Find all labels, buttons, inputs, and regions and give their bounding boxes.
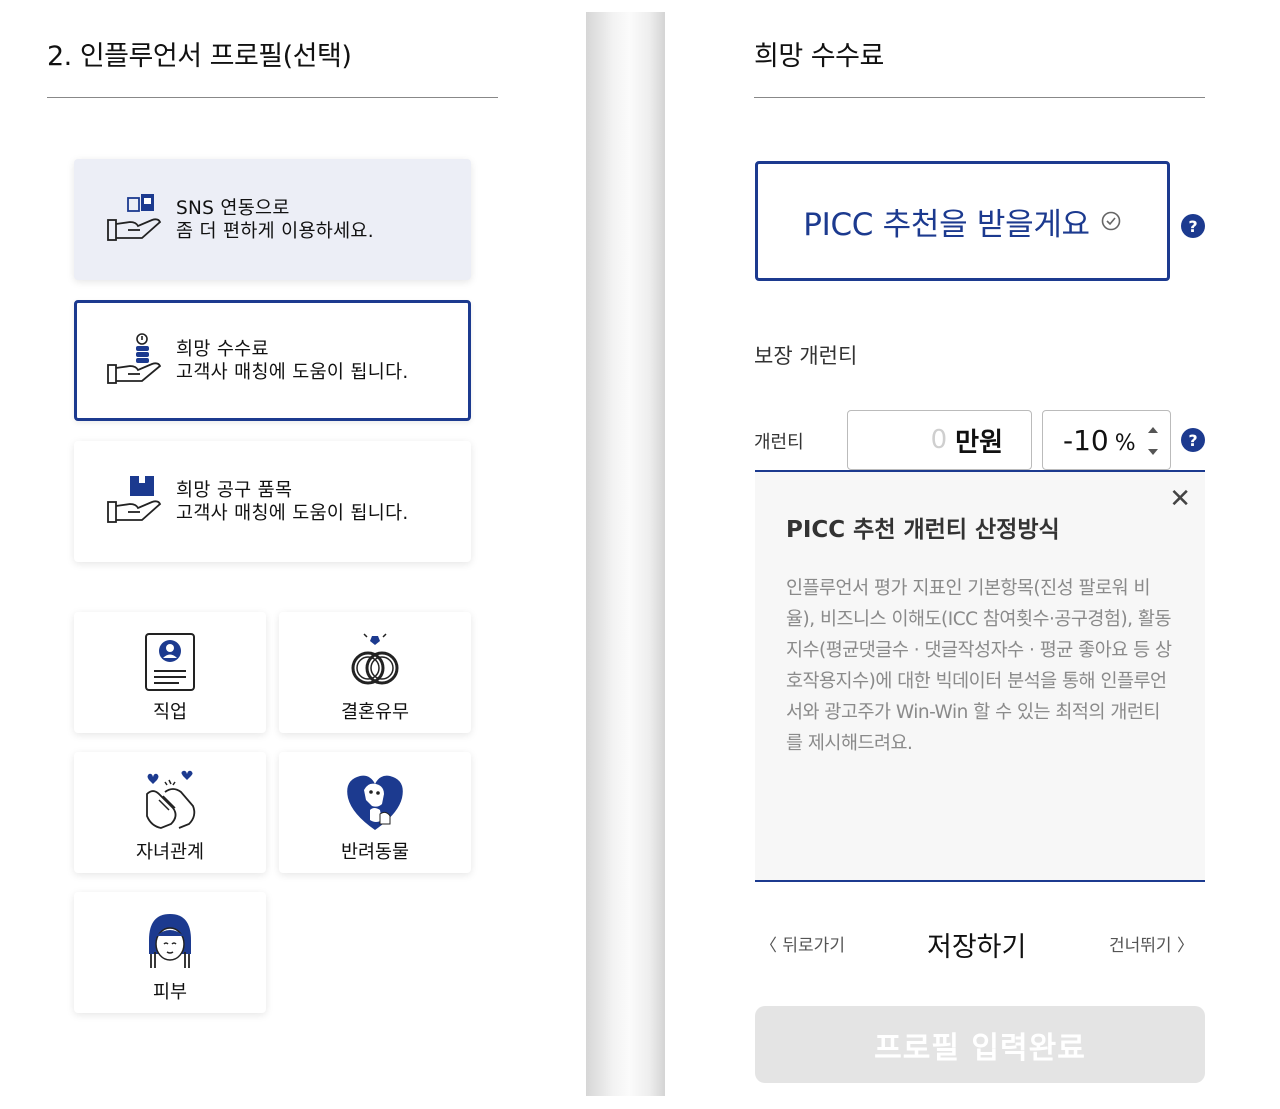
check-circle-icon: [1101, 211, 1121, 231]
amount-value: 0: [930, 425, 948, 455]
info-title: PICC 추천 개런티 산정방식: [786, 517, 1060, 543]
tile-skin[interactable]: 피부: [74, 892, 266, 1013]
save-button[interactable]: 저장하기: [927, 925, 1026, 964]
guarantee-info-panel: ✕ PICC 추천 개런티 산정방식 인플루언서 평가 지표인 기본항목(진성 …: [755, 470, 1205, 882]
card-subtitle: 고객사 매칭에 도움이 됩니다.: [176, 361, 409, 383]
percent-unit: %: [1114, 430, 1136, 456]
face-skin-icon: [149, 914, 191, 968]
tile-job[interactable]: 직업: [74, 612, 266, 733]
rings-icon: [351, 633, 399, 685]
card-title: 희망 수수료: [176, 338, 269, 360]
help-icon[interactable]: ?: [1181, 214, 1205, 238]
help-icon[interactable]: ?: [1181, 428, 1205, 452]
profile-complete-button[interactable]: 프로필 입력완료: [755, 1006, 1205, 1083]
back-button[interactable]: 〈 뒤로가기: [760, 931, 845, 956]
close-icon[interactable]: ✕: [1169, 486, 1191, 512]
id-card-icon: [145, 633, 195, 691]
amount-unit: 만원: [955, 427, 1003, 458]
info-body: 인플루언서 평가 지표인 기본항목(진성 팔로워 비율), 비즈니스 이해도(I…: [786, 578, 1172, 754]
tile-pets[interactable]: 반려동물: [279, 752, 471, 873]
pets-heart-icon: [347, 775, 403, 830]
tile-label: 반려동물: [340, 842, 410, 863]
guarantee-section-label: 보장 개런티: [754, 344, 858, 368]
desired-fee-card[interactable]: 희망 수수료 고객사 매칭에 도움이 됩니다.: [74, 300, 471, 421]
card-subtitle: 좀 더 편하게 이용하세요.: [176, 220, 374, 242]
hand-box-icon: [107, 475, 162, 523]
card-title: 희망 공구 품목: [176, 479, 293, 501]
hands-hearts-icon: [146, 770, 196, 829]
card-title: SNS 연동으로: [176, 197, 290, 219]
tile-children[interactable]: 자녀관계: [74, 752, 266, 873]
guarantee-percent-stepper[interactable]: -10 %: [1042, 410, 1171, 470]
percent-value: -10: [1063, 423, 1109, 457]
skip-button[interactable]: 건너뛰기 〉: [1109, 931, 1194, 956]
tile-label: 결혼유무: [340, 702, 410, 723]
title-divider: [47, 97, 498, 98]
tile-marriage[interactable]: 결혼유무: [279, 612, 471, 733]
spinner-arrows-icon[interactable]: [1146, 423, 1160, 459]
card-subtitle: 고객사 매칭에 도움이 됩니다.: [176, 502, 409, 524]
tile-label: 피부: [152, 982, 188, 1003]
picc-recommend-label: PICC 추천을 받을게요: [803, 206, 1090, 243]
title-divider: [754, 97, 1205, 98]
guarantee-label: 개런티: [754, 432, 804, 453]
desired-group-buy-card[interactable]: 희망 공구 품목 고객사 매칭에 도움이 됩니다.: [74, 441, 471, 562]
tile-label: 자녀관계: [135, 842, 205, 863]
hand-phone-icon: [107, 193, 162, 241]
picc-recommend-button[interactable]: PICC 추천을 받을게요: [755, 161, 1170, 281]
hand-coins-icon: [107, 332, 162, 384]
guarantee-amount-input[interactable]: 0 만원: [847, 410, 1032, 470]
tile-label: 직업: [152, 702, 188, 723]
profile-section-title: 2. 인플루언서 프로필(선택): [47, 41, 352, 72]
fee-section-title: 희망 수수료: [754, 41, 884, 72]
panel-divider: [586, 12, 665, 1096]
sns-connect-card[interactable]: SNS 연동으로 좀 더 편하게 이용하세요.: [74, 159, 471, 280]
